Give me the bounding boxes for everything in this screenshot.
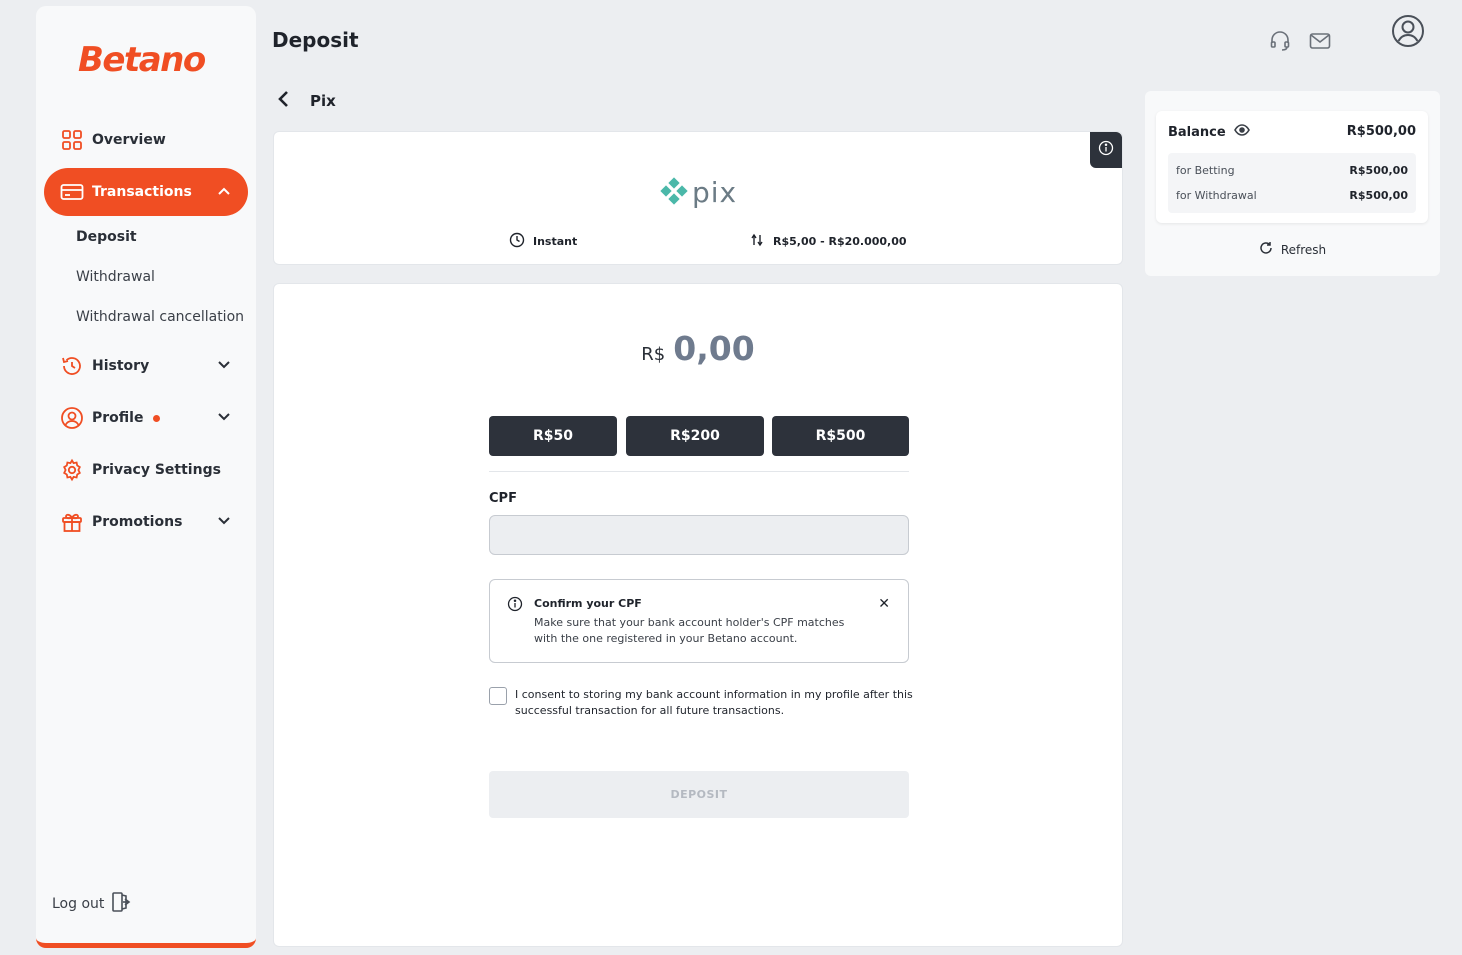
sidebar: Betano Overview Transactions Deposit Wit… bbox=[36, 6, 256, 948]
sidebar-subitem-deposit[interactable]: Deposit bbox=[76, 229, 137, 245]
sidebar-item-overview[interactable]: Overview bbox=[44, 116, 248, 164]
sidebar-item-label: Overview bbox=[92, 132, 166, 148]
info-icon bbox=[1098, 140, 1114, 160]
balance-title: Balance bbox=[1168, 124, 1250, 140]
quick-amount-500-button[interactable]: R$500 bbox=[772, 416, 909, 456]
payment-method-card: pix Instant R$5,00 - R$20.000,00 bbox=[273, 131, 1123, 265]
quick-amount-50-button[interactable]: R$50 bbox=[489, 416, 617, 456]
sidebar-item-privacy-settings[interactable]: Privacy Settings bbox=[44, 446, 248, 494]
info-button[interactable] bbox=[1090, 132, 1122, 168]
sidebar-item-transactions[interactable]: Transactions bbox=[44, 168, 248, 216]
balance-row: for Betting R$500,00 bbox=[1176, 164, 1408, 177]
balance-panel: Balance R$500,00 for Betting R$500,00 fo… bbox=[1145, 91, 1440, 276]
pix-wordmark: pix bbox=[692, 176, 738, 209]
divider bbox=[489, 471, 909, 472]
sidebar-item-label: Privacy Settings bbox=[92, 462, 221, 478]
logout-button[interactable]: Log out bbox=[52, 891, 132, 917]
chevron-down-icon bbox=[216, 409, 232, 429]
balance-row-value: R$500,00 bbox=[1349, 189, 1408, 202]
balance-row-value: R$500,00 bbox=[1349, 164, 1408, 177]
mail-icon[interactable] bbox=[1308, 30, 1332, 56]
back-navigation[interactable]: Pix bbox=[276, 88, 336, 114]
cpf-notice: Confirm your CPF Make sure that your ban… bbox=[489, 579, 909, 663]
history-icon bbox=[60, 354, 84, 378]
pix-diamond-icon bbox=[660, 176, 688, 209]
gear-icon bbox=[60, 458, 84, 482]
account-icon[interactable] bbox=[1390, 13, 1426, 53]
sidebar-item-promotions[interactable]: Promotions bbox=[44, 498, 248, 546]
chevron-left-icon[interactable] bbox=[276, 88, 292, 114]
notice-body: Make sure that your bank account holder'… bbox=[534, 616, 845, 645]
balance-row: for Withdrawal R$500,00 bbox=[1176, 189, 1408, 202]
clock-icon bbox=[509, 232, 525, 251]
pix-logo: pix bbox=[660, 176, 737, 209]
sidebar-item-label: Profile bbox=[92, 410, 144, 426]
eye-icon[interactable] bbox=[1233, 124, 1250, 140]
betano-logo[interactable]: Betano bbox=[78, 40, 206, 80]
consent-checkbox[interactable] bbox=[489, 687, 507, 705]
sidebar-item-label: Promotions bbox=[92, 514, 183, 530]
cpf-label: CPF bbox=[489, 491, 517, 506]
sidebar-item-profile[interactable]: Profile bbox=[44, 394, 248, 442]
chevron-down-icon bbox=[216, 513, 232, 533]
gift-icon bbox=[60, 510, 84, 534]
chevron-down-icon bbox=[216, 357, 232, 377]
payment-method-title: Pix bbox=[310, 92, 336, 110]
consent-option[interactable]: I consent to storing my bank account inf… bbox=[489, 687, 914, 719]
refresh-icon bbox=[1259, 241, 1273, 258]
user-circle-icon bbox=[60, 406, 84, 430]
sidebar-item-label: History bbox=[92, 358, 150, 374]
balance-label: Balance bbox=[1168, 124, 1226, 140]
balance-breakdown: for Betting R$500,00 for Withdrawal R$50… bbox=[1168, 153, 1416, 213]
sidebar-subitem-withdrawal[interactable]: Withdrawal bbox=[76, 269, 155, 285]
arrows-up-down-icon bbox=[749, 232, 765, 251]
card-icon bbox=[60, 180, 84, 204]
close-icon[interactable]: ✕ bbox=[878, 596, 890, 612]
notification-dot bbox=[153, 414, 161, 422]
info-icon bbox=[507, 596, 523, 616]
deposit-limits: R$5,00 - R$20.000,00 bbox=[749, 232, 907, 251]
amount-display[interactable]: R$ 0,00 bbox=[274, 329, 1122, 368]
cpf-field[interactable] bbox=[489, 515, 909, 555]
deposit-button[interactable]: DEPOSIT bbox=[489, 771, 909, 818]
processing-speed: Instant bbox=[509, 232, 577, 251]
headset-icon[interactable] bbox=[1268, 29, 1292, 57]
sidebar-subitem-withdrawal-cancellation[interactable]: Withdrawal cancellation bbox=[76, 309, 244, 325]
grid-icon bbox=[60, 128, 84, 152]
quick-amount-200-button[interactable]: R$200 bbox=[626, 416, 764, 456]
sidebar-item-history[interactable]: History bbox=[44, 342, 248, 390]
speed-label: Instant bbox=[533, 235, 578, 248]
deposit-form-card: R$ 0,00 R$50 R$200 R$500 CPF Confirm your… bbox=[273, 283, 1123, 947]
chevron-up-icon bbox=[216, 183, 232, 203]
notice-title: Confirm your CPF bbox=[534, 597, 642, 610]
refresh-label: Refresh bbox=[1280, 242, 1327, 257]
balance-card: Balance R$500,00 for Betting R$500,00 fo… bbox=[1156, 111, 1428, 223]
amount-value[interactable]: 0,00 bbox=[673, 329, 754, 368]
logout-icon bbox=[110, 891, 132, 917]
balance-row-label: for Betting bbox=[1176, 164, 1235, 177]
sidebar-item-label: Transactions bbox=[92, 184, 192, 200]
currency-symbol: R$ bbox=[641, 344, 666, 365]
balance-total: R$500,00 bbox=[1346, 124, 1416, 139]
refresh-button[interactable]: Refresh bbox=[1145, 241, 1440, 258]
limits-label: R$5,00 - R$20.000,00 bbox=[773, 235, 907, 248]
page-title: Deposit bbox=[272, 28, 359, 52]
balance-row-label: for Withdrawal bbox=[1176, 189, 1257, 202]
consent-text: I consent to storing my bank account inf… bbox=[515, 688, 913, 717]
logout-label: Log out bbox=[52, 896, 105, 912]
